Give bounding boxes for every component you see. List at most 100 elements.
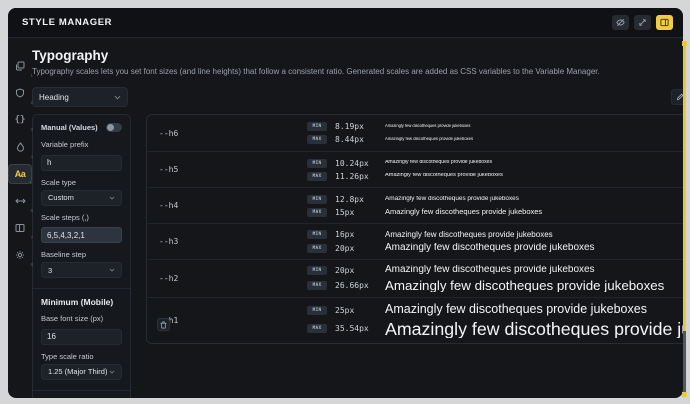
sidebar-item-shield[interactable]: 2	[8, 83, 32, 103]
min-base-font-label: Base font size (px)	[41, 314, 122, 323]
scale-variable-name: --h1	[147, 316, 307, 325]
layout-columns-icon	[15, 223, 25, 233]
sidebar-rail: 1 2 {} 3 4	[8, 38, 32, 397]
panel-layout-icon	[660, 18, 669, 27]
shortcut-number: 8	[30, 262, 33, 267]
max-badge: MAX	[307, 135, 327, 144]
preview-text-min: Amazingly few discotheques provide jukeb…	[385, 303, 683, 316]
sidebar-item-settings[interactable]: 8	[8, 245, 32, 265]
edit-scale-button[interactable]	[671, 89, 683, 105]
max-badge: MAX	[307, 281, 327, 290]
table-row-h3[interactable]: --h3 MIN 16px Amazingly few discotheques…	[147, 223, 683, 259]
max-badge: MAX	[307, 244, 327, 253]
scale-toolbar	[671, 89, 683, 105]
max-value: 26.66px	[335, 281, 381, 290]
toggle-panel-button[interactable]	[656, 15, 673, 30]
max-value: 15px	[335, 208, 381, 217]
baseline-step-value: 3	[48, 266, 52, 275]
baseline-step-label: Baseline step	[41, 250, 122, 259]
min-base-font-input[interactable]	[41, 329, 122, 345]
preview-text-max: Amazingly few discotheques provide jukeb…	[385, 208, 683, 216]
scale-settings-panel: Manual (Values) Variable prefix Scale ty…	[32, 114, 131, 398]
sidebar-item-layout[interactable]: 7	[8, 218, 32, 238]
preview-text-max: Amazingly few discotheques provide jukeb…	[385, 320, 683, 339]
table-row-h2[interactable]: --h2 MIN 20px Amazingly few discotheques…	[147, 259, 683, 297]
scale-type-value: Custom	[48, 193, 74, 202]
table-row-h5[interactable]: --h5 MIN 10.24px Amazingly few discotheq…	[147, 151, 683, 187]
preview-text-max: Amazingly few discotheques provide jukeb…	[385, 173, 683, 179]
style-manager-window: STYLE MANAGER	[8, 8, 683, 398]
preview-text-min: Amazingly few discotheques provide jukeb…	[385, 196, 683, 203]
min-ratio-select[interactable]: 1.25 (Major Third)	[41, 364, 122, 380]
shortcut-number: 6	[30, 208, 33, 213]
selection-handle-top[interactable]	[682, 41, 687, 46]
scale-variable-name: --h6	[147, 129, 307, 138]
min-value: 12.8px	[335, 195, 381, 204]
sidebar-item-colors[interactable]: 4	[8, 137, 32, 157]
min-badge: MIN	[307, 195, 327, 204]
components-icon	[15, 61, 25, 71]
eye-off-icon	[616, 18, 625, 27]
min-badge: MIN	[307, 266, 327, 275]
scrollbar-track-accent	[683, 42, 686, 331]
max-value: 11.26px	[335, 172, 381, 181]
min-badge: MIN	[307, 122, 327, 131]
table-row-h6[interactable]: --h6 MIN 8.19px Amazingly few discothequ…	[147, 115, 683, 151]
preview-text-min: Amazingly few discotheques provide jukeb…	[385, 160, 683, 165]
scale-type-select[interactable]: Custom	[41, 190, 122, 206]
toggle-knob	[107, 124, 114, 131]
sidebar-item-css-variables[interactable]: {} 3	[8, 110, 32, 130]
sidebar-item-components[interactable]: 1	[8, 56, 32, 76]
max-badge: MAX	[307, 324, 327, 333]
scale-collection-select[interactable]: Heading	[32, 87, 128, 107]
typography-icon: Aa	[15, 169, 26, 179]
baseline-step-select[interactable]: 3	[41, 262, 122, 278]
min-value: 25px	[335, 306, 381, 315]
min-ratio-value: 1.25 (Major Third)	[48, 367, 107, 376]
scale-variable-name: --h2	[147, 274, 307, 283]
shortcut-number: 1	[30, 73, 33, 78]
shortcut-number: 5	[29, 180, 32, 185]
min-value: 10.24px	[335, 159, 381, 168]
min-badge: MIN	[307, 159, 327, 168]
resize-panel-button[interactable]	[634, 15, 651, 30]
scale-steps-input[interactable]	[41, 227, 122, 243]
sidebar-item-typography[interactable]: Aa 5	[8, 164, 32, 184]
scrollbar[interactable]	[683, 42, 686, 397]
max-value: 8.44px	[335, 135, 381, 144]
min-value: 20px	[335, 266, 381, 275]
hide-preview-button[interactable]	[612, 15, 629, 30]
scale-collection-value: Heading	[39, 93, 69, 102]
min-badge: MIN	[307, 230, 327, 239]
manual-values-toggle[interactable]	[106, 123, 122, 132]
shortcut-number: 7	[30, 235, 33, 240]
preview-text-max: Amazingly few discotheques provide jukeb…	[385, 243, 683, 254]
page-title: Typography	[32, 48, 683, 63]
table-row-h1[interactable]: --h1 MIN 25px Amazingly few discotheques…	[147, 297, 683, 343]
table-row-h4[interactable]: --h4 MIN 12.8px Amazingly few discothequ…	[147, 187, 683, 223]
max-value: 20px	[335, 244, 381, 253]
variable-prefix-input[interactable]	[41, 155, 122, 171]
variable-prefix-label: Variable prefix	[41, 140, 122, 149]
scrollbar-thumb[interactable]	[683, 331, 686, 392]
trash-icon	[160, 321, 167, 329]
shortcut-number: 3	[30, 127, 33, 132]
scale-steps-label: Scale steps (,)	[41, 213, 122, 222]
selection-handle-bottom[interactable]	[682, 392, 687, 397]
braces-icon: {}	[15, 115, 26, 125]
page-subtitle: Typography scales lets you set font size…	[32, 67, 683, 76]
type-scale-table: --h6 MIN 8.19px Amazingly few discothequ…	[146, 114, 683, 344]
min-badge: MIN	[307, 306, 327, 315]
app-title: STYLE MANAGER	[22, 17, 112, 28]
preview-text-min: Amazingly few discotheques provide jukeb…	[385, 265, 683, 276]
shortcut-number: 2	[30, 100, 33, 105]
delete-row-button[interactable]	[157, 318, 170, 331]
sidebar-item-spacing[interactable]: 6	[8, 191, 32, 211]
chevron-down-icon	[109, 196, 115, 200]
droplet-icon	[16, 142, 25, 152]
diagonal-resize-icon	[638, 18, 647, 27]
titlebar: STYLE MANAGER	[8, 8, 683, 38]
minimum-section-heading: Minimum (Mobile)	[41, 297, 122, 307]
max-value: 35.54px	[335, 324, 381, 333]
preview-text-min: Amazingly few discotheques provide jukeb…	[385, 124, 683, 128]
